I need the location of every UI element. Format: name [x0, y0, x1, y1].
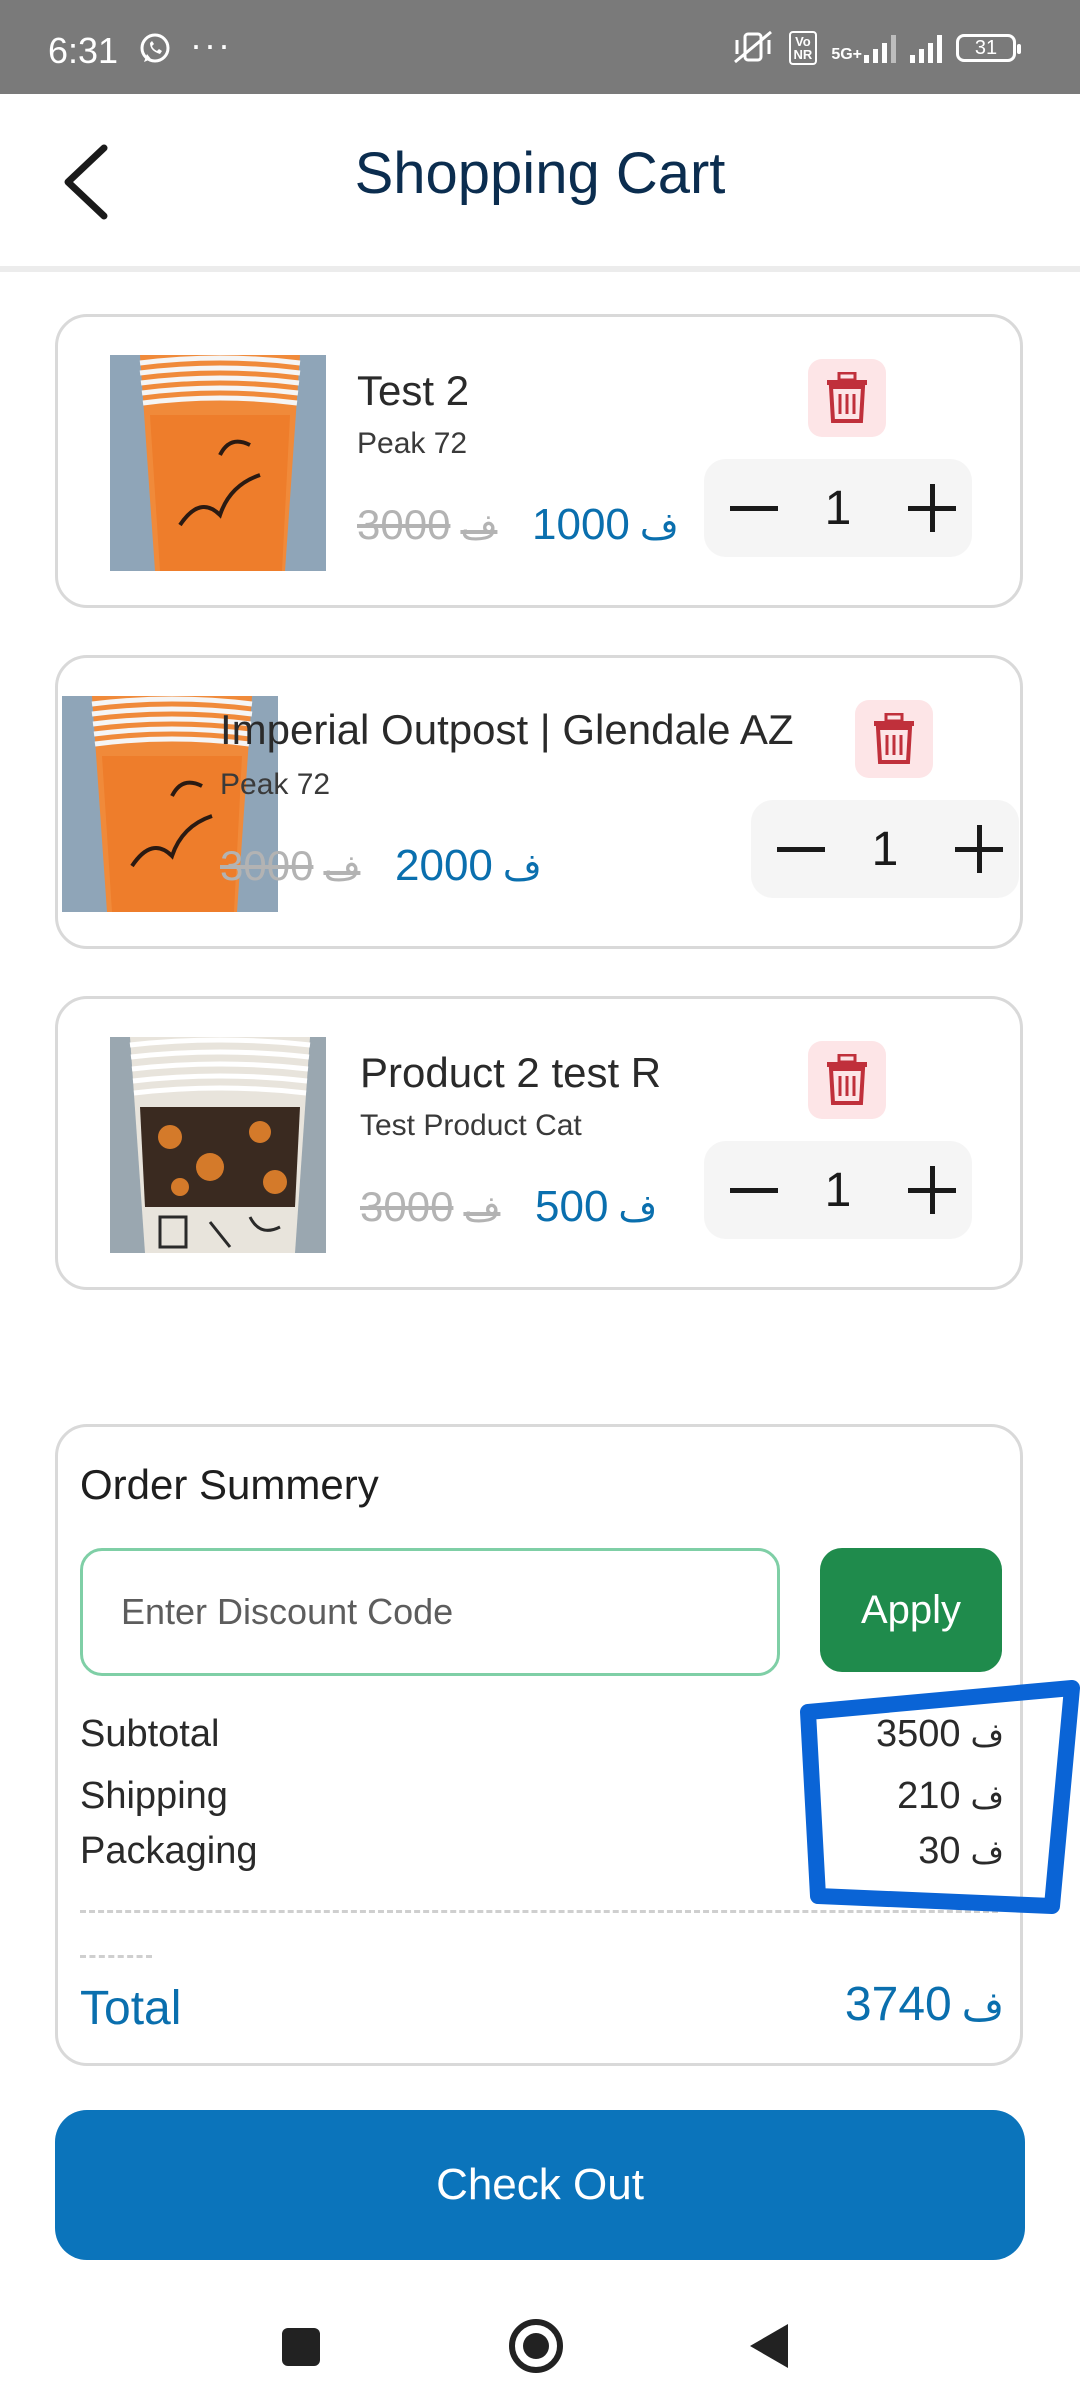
- total-value: 3740 ﻑ: [844, 1978, 1004, 2031]
- decrease-quantity-button[interactable]: [704, 1141, 794, 1239]
- quantity-value: 1: [824, 482, 852, 535]
- increase-quantity-button[interactable]: [929, 800, 1019, 898]
- product-category: Test Product Cat: [360, 1109, 582, 1142]
- app-header: Shopping Cart: [0, 94, 1080, 272]
- increase-quantity-button[interactable]: [882, 1141, 972, 1239]
- quantity-stepper: 1: [704, 459, 972, 557]
- mobile-signal-5g-icon: 5G+: [831, 33, 896, 63]
- discounted-price: 1000 ﻑ: [532, 500, 679, 549]
- home-circle-icon[interactable]: [508, 2318, 564, 2374]
- original-price: 3000 ﻑ: [357, 501, 498, 548]
- product-category: Peak 72: [357, 427, 468, 460]
- subtotal-value: 3500 ﻑ: [875, 1713, 1004, 1755]
- product-image[interactable]: [110, 1037, 326, 1253]
- subtotal-label: Subtotal: [80, 1713, 220, 1755]
- shipping-value: 210 ﻑ: [897, 1775, 1004, 1817]
- divider: [80, 1955, 152, 1958]
- original-price: 3000 ﻑ: [360, 1183, 501, 1230]
- recents-square-icon[interactable]: [282, 2328, 320, 2366]
- vibrate-mute-icon: [733, 30, 772, 64]
- order-summary-title: Order Summery: [80, 1461, 379, 1508]
- product-category: Peak 72: [220, 768, 331, 801]
- battery-icon: 31: [956, 34, 1021, 62]
- increase-quantity-button[interactable]: [882, 459, 972, 557]
- shipping-label: Shipping: [80, 1775, 228, 1817]
- delete-button[interactable]: [855, 700, 933, 778]
- trash-icon: [827, 1054, 867, 1105]
- quantity-stepper: 1: [704, 1141, 972, 1239]
- trash-icon: [874, 713, 914, 764]
- product-image[interactable]: [110, 355, 326, 571]
- divider: [80, 1910, 998, 1913]
- product-name: Product 2 test R: [360, 1049, 662, 1096]
- status-icons: Vo NR 5G+ 31: [731, 28, 1021, 68]
- quantity-value: 1: [824, 1164, 852, 1217]
- quantity-stepper: 1: [751, 800, 1019, 898]
- delete-button[interactable]: [808, 359, 886, 437]
- system-nav-bar: [0, 2280, 1080, 2400]
- packaging-value: 30 ﻑ: [918, 1830, 1004, 1872]
- decrease-quantity-button[interactable]: [704, 459, 794, 557]
- product-name: Imperial Outpost | Glendale AZ: [220, 706, 794, 753]
- whatsapp-icon: [140, 33, 170, 63]
- cart-item-card: Product 2 test R Test Product Cat 3000 ﻑ …: [55, 996, 1023, 1290]
- discount-code-input[interactable]: [80, 1548, 780, 1676]
- signal-bars-icon: [910, 33, 942, 63]
- status-bar: 6:31 ··· Vo NR 5G+ 31: [0, 0, 1080, 94]
- volte-badge-icon: Vo NR: [788, 31, 818, 65]
- discounted-price: 500 ﻑ: [535, 1182, 658, 1231]
- packaging-label: Packaging: [80, 1830, 258, 1872]
- back-triangle-icon[interactable]: [748, 2322, 790, 2370]
- trash-icon: [827, 372, 867, 423]
- product-name: Test 2: [357, 367, 470, 414]
- discounted-price: 2000 ﻑ: [395, 841, 542, 890]
- quantity-value: 1: [871, 823, 899, 876]
- delete-button[interactable]: [808, 1041, 886, 1119]
- decrease-quantity-button[interactable]: [751, 800, 841, 898]
- page-title: Shopping Cart: [354, 141, 726, 206]
- original-price: 3000 ﻑ: [220, 842, 361, 889]
- order-summary-card: Order Summery Apply Subtotal 3500ﻑ Shipp…: [55, 1424, 1023, 2066]
- cart-item-card: Imperial Outpost | Glendale AZ Peak 72 3…: [55, 655, 1023, 949]
- more-notifications-icon: ···: [190, 24, 232, 65]
- status-time: 6:31: [48, 30, 119, 71]
- cart-item-card: Test 2 Peak 72 3000 ﻑ 1000 ﻑ 1: [55, 314, 1023, 608]
- checkout-button[interactable]: Check Out: [55, 2110, 1025, 2260]
- apply-discount-button[interactable]: Apply: [820, 1548, 1002, 1672]
- total-label: Total: [80, 1982, 182, 2035]
